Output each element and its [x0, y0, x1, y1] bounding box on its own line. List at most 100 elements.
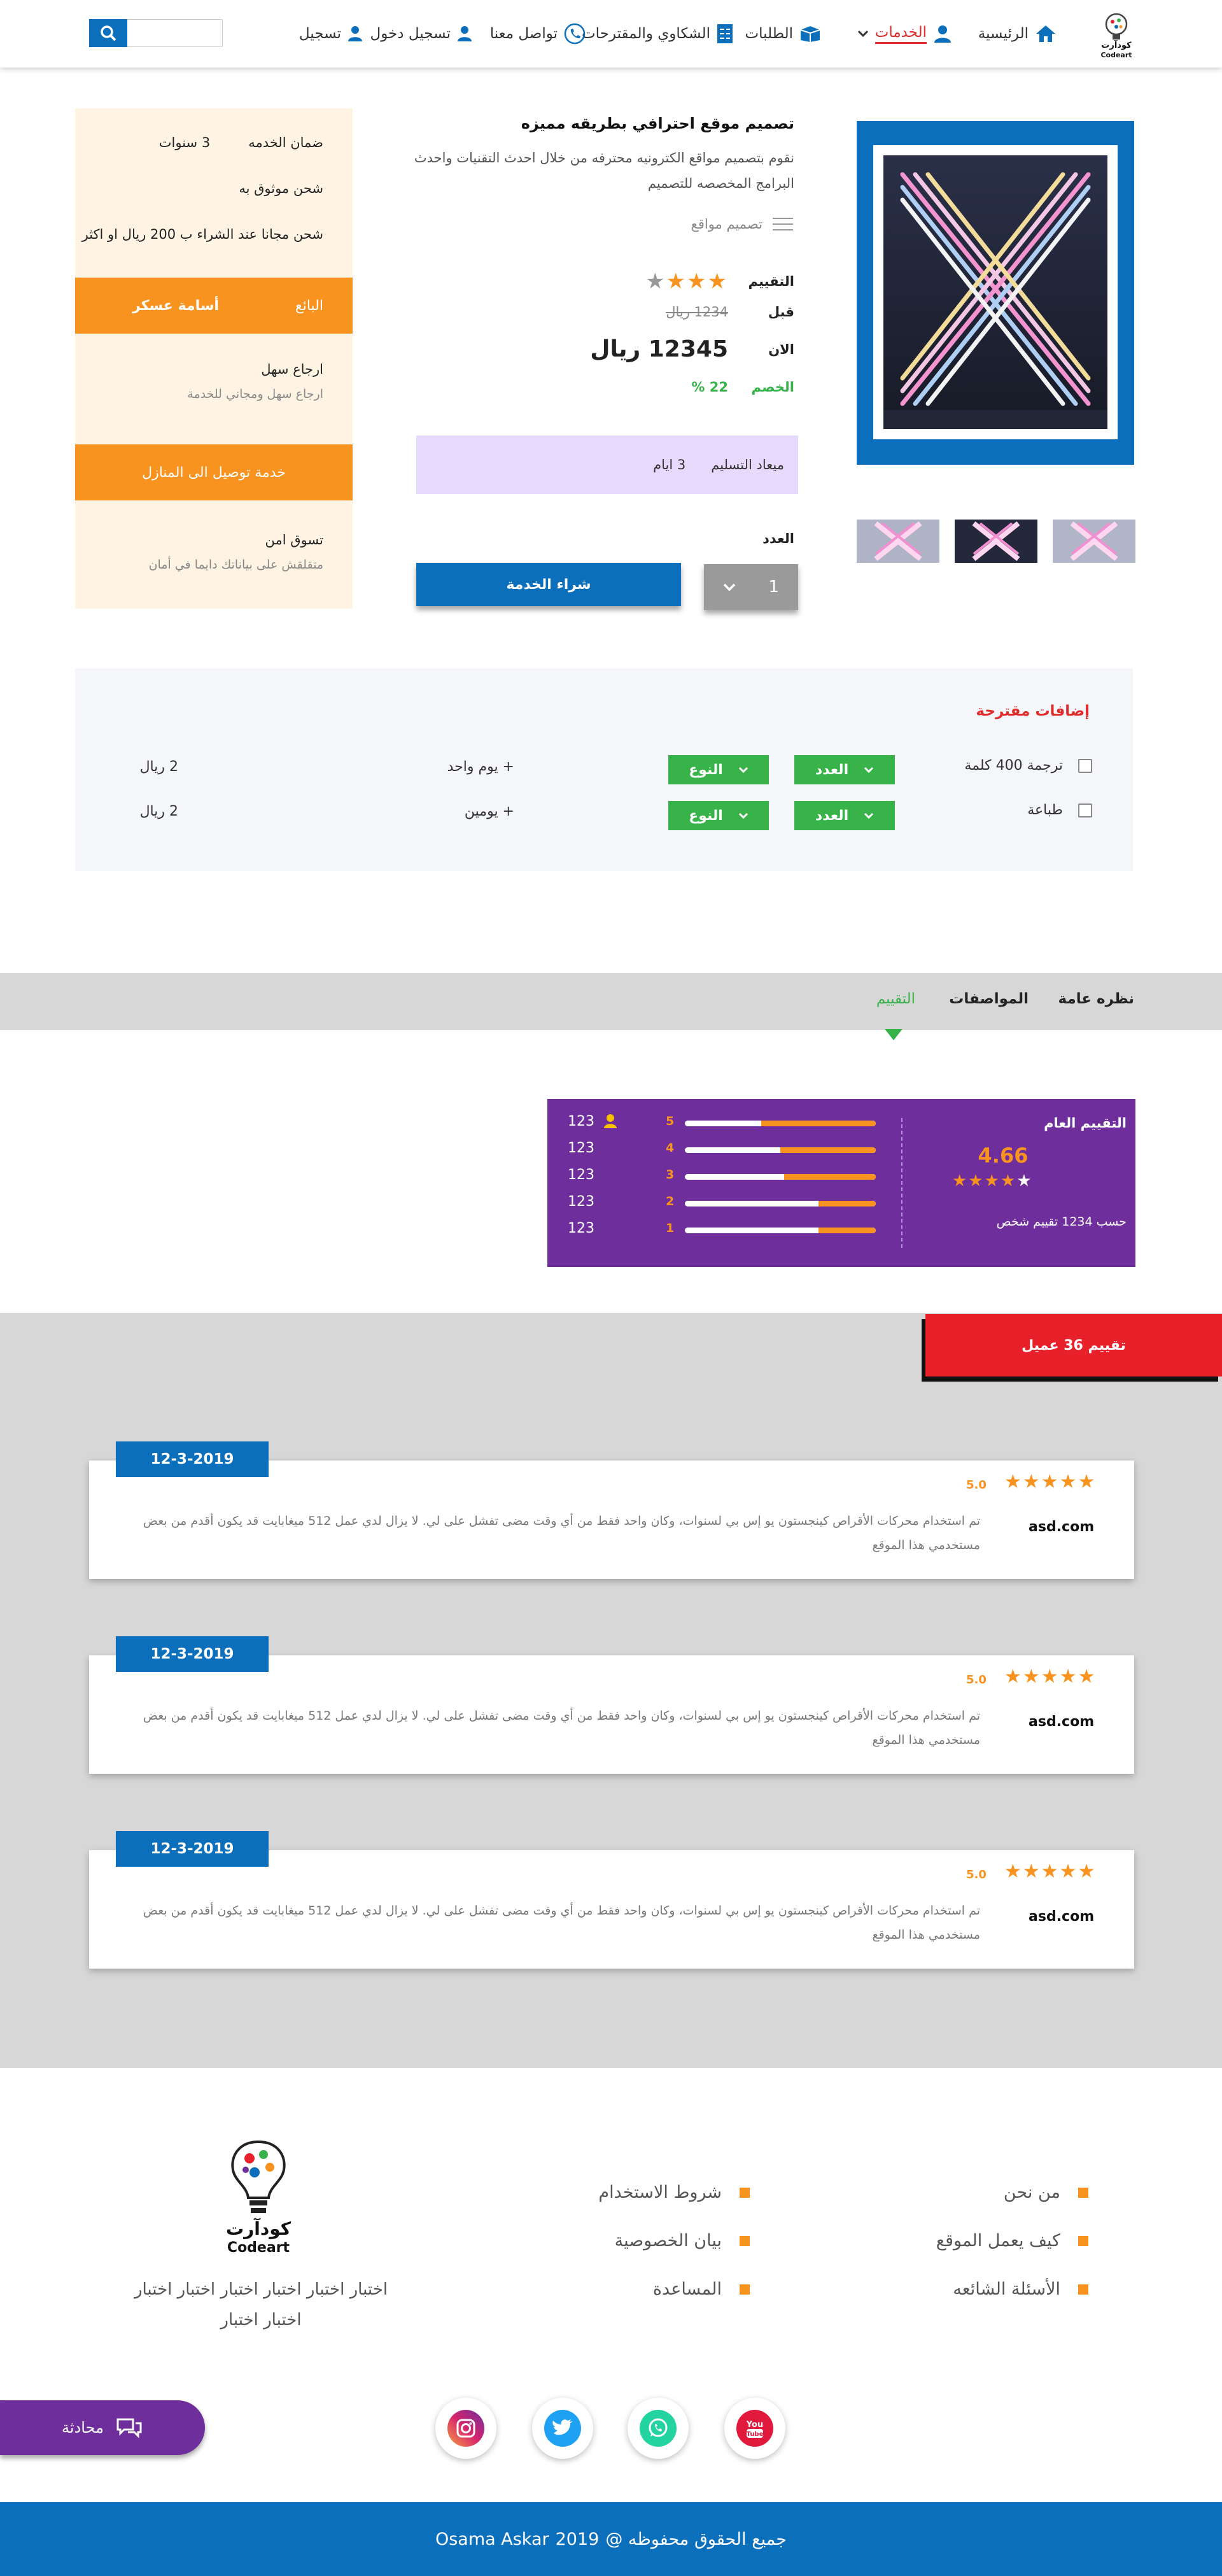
nav-complaints-label: الشكاوي والمقترحات: [582, 25, 710, 42]
rating-bar-3: 123 3: [565, 1166, 883, 1185]
tab-specs[interactable]: المواصفات: [949, 991, 1029, 1007]
bullet-icon: [740, 2235, 750, 2246]
review-text: تم استخدام محركات الأقراص كينجستون يو إس…: [143, 1709, 980, 1747]
chevron-down-icon: [723, 583, 736, 591]
now-price-row: الان 12345 ريال: [590, 336, 794, 362]
bullet-icon: [740, 2284, 750, 2295]
product-description: نقوم بتصميم مواقع الكترونيه محترفه من خل…: [414, 150, 794, 191]
review-score: 5.0: [966, 1478, 987, 1492]
addon-count-select[interactable]: العدد: [794, 755, 895, 784]
nav-home[interactable]: الرئيسية: [978, 22, 1057, 46]
warranty-label: ضمان الخدمه: [248, 135, 323, 150]
return-title: ارجاع سهل: [261, 362, 323, 377]
tab-rating[interactable]: التقييم: [876, 991, 915, 1007]
addon-checkbox[interactable]: [1078, 759, 1092, 773]
product-image[interactable]: [883, 155, 1107, 429]
trusted-shipping: شحن موثوق به: [239, 181, 323, 196]
addon-type-select[interactable]: النوع: [668, 755, 769, 784]
rating-summary-stars: ★★★★★: [952, 1171, 1033, 1191]
rating-bar-star: 5: [666, 1114, 675, 1128]
search-button[interactable]: [89, 19, 127, 47]
seller-band: البائع أسامة عسكر: [75, 278, 353, 334]
rating-bar-track: [685, 1201, 876, 1207]
rating-count: حسب 1234 تقييم شخص: [996, 1215, 1127, 1229]
addon-price: 2 ريال: [139, 803, 178, 819]
free-shipping: شحن مجانا عند الشراء ب 200 ريال او اكثر: [81, 227, 323, 242]
footer-link-faq[interactable]: الأسئلة الشائعه: [953, 2279, 1088, 2299]
addon-price: 2 ريال: [139, 759, 178, 775]
nav-orders-label: الطلبات: [745, 25, 793, 42]
seller-name[interactable]: أسامة عسكر: [132, 298, 219, 314]
rating-bar-star: 3: [666, 1168, 675, 1182]
footer-link-label: المساعدة: [652, 2279, 722, 2299]
footer-link-label: الأسئلة الشائعه: [953, 2279, 1060, 2299]
now-price: 12345 ريال: [590, 336, 728, 362]
review-stars: ★★★★★: [1004, 1860, 1097, 1883]
footer-link-help[interactable]: المساعدة: [653, 2279, 750, 2299]
divider: [901, 1118, 902, 1248]
footer-link-terms[interactable]: شروط الاستخدام: [598, 2183, 750, 2202]
twitter-icon: [544, 2409, 582, 2447]
footer-link-privacy[interactable]: بيان الخصوصية: [615, 2231, 750, 2251]
nav-home-label: الرئيسية: [978, 25, 1029, 42]
twitter-button[interactable]: [532, 2398, 593, 2459]
review-site[interactable]: asd.com: [1029, 1909, 1094, 1925]
addon-extra-time: + يومين: [464, 803, 514, 819]
rating-bar-fill: [761, 1121, 876, 1126]
search-icon: [100, 25, 116, 41]
nav-orders[interactable]: الطلبات: [745, 22, 821, 46]
thumbnail-2[interactable]: [955, 520, 1037, 563]
nav-login[interactable]: تسجيل دخول: [370, 22, 473, 46]
thumbnail-1[interactable]: [857, 520, 939, 563]
nav-contact[interactable]: تواصل معنا: [490, 22, 586, 46]
footer-link-how[interactable]: كيف يعمل الموقع: [936, 2231, 1088, 2251]
rating-bar-count: 123: [568, 1114, 594, 1129]
footer-logo[interactable]: كودآرت Codeart: [214, 2137, 303, 2258]
addon-type-select[interactable]: النوع: [668, 801, 769, 830]
youtube-icon: You Tube: [736, 2409, 774, 2447]
nav-complaints[interactable]: الشكاوي والمقترحات: [582, 22, 733, 46]
rating-bar-fill: [780, 1147, 876, 1153]
rating-bar-count: 123: [568, 1140, 594, 1156]
user-add-icon: [348, 25, 363, 42]
nav-login-label: تسجيل دخول: [370, 25, 451, 42]
addon-checkbox[interactable]: [1078, 803, 1092, 817]
review-site[interactable]: asd.com: [1029, 1519, 1094, 1535]
service-info-panel: ضمان الخدمه 3 سنوات شحن موثوق به شحن مجا…: [75, 108, 353, 609]
footer-link-about[interactable]: من نحن: [1004, 2183, 1088, 2202]
rating-row: التقييم ★★★★: [645, 269, 794, 294]
review-site[interactable]: asd.com: [1029, 1714, 1094, 1730]
warranty-row: ضمان الخدمه 3 سنوات: [159, 135, 323, 150]
review-stars: ★★★★★: [1004, 1471, 1097, 1493]
nav-register[interactable]: تسجيل: [299, 22, 363, 46]
rating-bar-track: [685, 1121, 876, 1126]
whatsapp-button[interactable]: [628, 2398, 689, 2459]
addon-count-select[interactable]: العدد: [794, 801, 895, 830]
rating-bar-5: 123 5: [565, 1113, 883, 1132]
product-category[interactable]: تصميم مواقع: [691, 216, 794, 232]
rating-bar-star: 1: [666, 1221, 675, 1235]
instagram-button[interactable]: [435, 2398, 496, 2459]
instagram-icon: [447, 2409, 485, 2447]
top-navbar: كودآرت Codeart الرئيسية الخدمات الطلبات …: [0, 0, 1222, 67]
addon-extra-time: + يوم واحد: [447, 759, 514, 775]
quantity-select[interactable]: 1: [704, 564, 798, 610]
chat-button[interactable]: محادثة: [0, 2400, 205, 2455]
reviews-count-badge: تقييم 36 عميل: [925, 1314, 1222, 1376]
buy-service-button[interactable]: شراء الخدمة: [416, 563, 681, 606]
return-subtitle: ارجاع سهل ومجاني للخدمة: [187, 387, 323, 401]
nav-services[interactable]: الخدمات: [857, 22, 952, 46]
thumbnail-3[interactable]: [1053, 520, 1135, 563]
category-label: تصميم مواقع: [691, 216, 762, 232]
rating-bar-2: 123 2: [565, 1193, 883, 1212]
logo[interactable]: كودآرت Codeart: [1097, 9, 1135, 60]
tab-overview[interactable]: نظره عامة: [1058, 991, 1134, 1007]
chevron-down-icon: [864, 812, 874, 819]
before-price-row: قبل 1234 ريال: [666, 304, 794, 320]
addon-name: ترجمة 400 كلمة: [964, 758, 1063, 774]
chat-icon: [115, 2417, 143, 2438]
user-icon: [933, 24, 952, 43]
youtube-button[interactable]: You Tube: [724, 2398, 785, 2459]
rating-bar-fill: [818, 1228, 876, 1233]
discount-row: الخصم 22 %: [691, 379, 794, 395]
